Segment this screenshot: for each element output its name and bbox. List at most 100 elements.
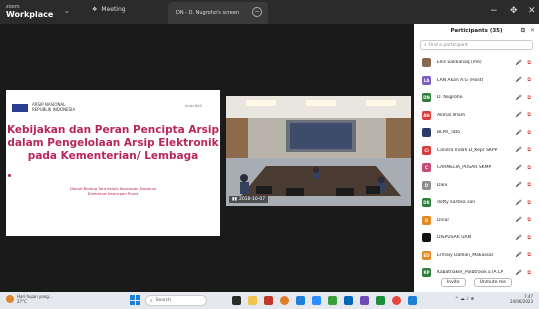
participant-row[interactable]: D Dinar 🎤 ⧉ [414,212,539,230]
participant-name: D. Nugroho [437,95,463,101]
mic-video-status-icon: 🎤 ⧉ [515,217,533,224]
search-icon: ⌕ [424,43,427,48]
participant-row[interactable]: DK dotty kartika sari 🎤 ⧉ [414,194,539,212]
avatar: D [422,215,431,225]
app-icon[interactable] [344,296,353,305]
weather-widget[interactable]: Hari hujan yang... 27°C [6,294,53,304]
app-icon[interactable] [360,296,369,305]
chrome-icon[interactable] [392,296,401,305]
brand-line2: Workplace [6,10,54,19]
participant-row[interactable]: D Dani 🎤 ⧉ [414,177,539,195]
participant-row[interactable]: DISPUSAR UAN 🎤 ⧉ [414,229,539,247]
clock-date: 24/06/2023 [509,299,533,304]
participant-row[interactable]: CI Candra Indah D_Kepr SKPP 🎤 ⧉ [414,142,539,160]
participant-name: Dinar [437,217,450,223]
taskbar-search[interactable]: ⌕ Search [145,295,207,306]
mic-video-status-icon: 🎤 ⧉ [515,59,533,66]
popout-icon[interactable]: ⧉ [521,27,525,35]
invite-button[interactable]: Invite [440,277,466,287]
task-view-icon[interactable] [232,296,241,305]
avatar: C [422,163,431,173]
app-brand: zoom Workplace [6,3,53,19]
slide-bullet [8,174,11,177]
participant-name: CARMELIA_PUSAR SKMP [437,165,492,171]
participant-name: Candra Indah D_Kepr SKPP [437,147,498,153]
close-icon[interactable]: − [252,7,262,17]
participant-row[interactable]: ED Ermaly Dahlan_Makassar 🎤 ⧉ [414,247,539,265]
avatar: DK [422,198,431,208]
close-window-button[interactable]: ✕ [528,6,536,16]
participant-list: Ellis Saldianaq (me) 🎤 ⧉ LA LAN Akan A.G (H… [414,54,539,282]
meeting-stage: ARSIP NASIONAL REPUBLIK INDONESIA Arsip … [0,24,414,292]
file-explorer-icon[interactable] [248,296,257,305]
avatar: ED [422,250,431,260]
mic-video-status-icon: 🎤 ⧉ [515,147,533,154]
tab-label: DN - D. Nugroho's screen [176,10,240,16]
search-icon: ⌕ [150,298,153,304]
app-icon[interactable] [376,296,385,305]
minimize-button[interactable]: − [490,6,498,16]
participant-name: LAN Akan A.G (Host) [437,77,484,83]
signal-icon: ▮▮ [232,197,237,202]
shared-slide: ARSIP NASIONAL REPUBLIK INDONESIA Arsip … [6,90,220,236]
mic-video-status-icon: 🎤 ⧉ [515,182,533,189]
mic-video-status-icon: 🎤 ⧉ [515,199,533,206]
participants-title: Participants (35) [450,28,503,34]
mic-video-status-icon: 🎤 ⧉ [515,234,533,241]
slide-right-label: Arsip NAS [184,104,202,108]
avatar: AH [422,110,431,120]
conference-room-image [226,96,411,206]
participant-name: Akmal Ilham [437,112,466,118]
subtitle-line2: Direktorat Kearsipan Pusat [87,191,139,196]
participants-footer: Invite Unmute me [414,272,539,292]
participant-search[interactable]: ⌕ Find a participant [420,40,533,50]
mic-video-status-icon: 🎤 ⧉ [515,252,533,259]
participant-name: Dani [437,182,448,188]
avatar [422,233,431,243]
participant-row[interactable]: C CARMELIA_PUSAR SKMP 🎤 ⧉ [414,159,539,177]
browser-icon[interactable] [280,296,289,305]
mic-video-status-icon: 🎤 ⧉ [515,112,533,119]
meeting-label: Meeting [101,6,126,13]
participant-name: DISPUSAR UAN [437,235,471,241]
participant-row[interactable]: AH Akmal Ilham 🎤 ⧉ [414,107,539,125]
app-icon[interactable] [264,296,273,305]
participant-row[interactable]: Ellis Saldianaq (me) 🎤 ⧉ [414,54,539,72]
windows-start-icon[interactable] [130,295,140,305]
org-line2: REPUBLIK INDONESIA [32,107,76,112]
avatar: LA [422,75,431,85]
unmute-me-button[interactable]: Unmute me [473,277,513,287]
video-label: 2018-10-07 [238,197,266,202]
participant-row[interactable]: DN D. Nugroho 🎤 ⧉ [414,89,539,107]
video-feed[interactable]: ▮▮ 2018-10-07 [226,96,411,206]
avatar: D [422,180,431,190]
pinned-apps [232,296,417,305]
avatar: CI [422,145,431,155]
app-icon[interactable] [408,296,417,305]
avatar: DN [422,93,431,103]
meeting-menu[interactable]: ❖ Meeting [92,6,126,13]
participant-name: Ermaly Dahlan_Makassar [437,252,494,258]
participant-name: BLPR_Tato [437,130,460,136]
participant-name: Ellis Saldianaq (me) [437,60,482,66]
search-label: Search [155,298,171,303]
title-bar: zoom Workplace ⌄ ❖ Meeting DN - D. Nugro… [0,0,539,24]
slide-org: ARSIP NASIONAL REPUBLIK INDONESIA [32,102,75,112]
slide-subtitle: Deputi Bidang Tata Kelola Kearsipan Nasi… [6,186,220,196]
meeting-icon: ❖ [92,6,98,13]
participant-row[interactable]: LA LAN Akan A.G (Host) 🎤 ⧉ [414,72,539,90]
chevron-down-icon[interactable]: ⌄ [64,7,70,15]
app-icon[interactable] [328,296,337,305]
participant-row[interactable]: BLPR_Tato 🎤 ⧉ [414,124,539,142]
participants-header: Participants (35) ⧉ ✕ [414,24,539,38]
mic-video-status-icon: 🎤 ⧉ [515,129,533,136]
edge-icon[interactable] [296,296,305,305]
maximize-button[interactable]: ✥ [510,6,518,16]
tab-screen-share[interactable]: DN - D. Nugroho's screen − [168,2,268,24]
system-tray[interactable]: ^ ☁ ♪ ⊕ [455,297,474,302]
weather-line2: 27°C [17,299,27,304]
zoom-icon[interactable] [312,296,321,305]
clock[interactable]: 7:47 24/06/2023 [510,294,533,304]
close-icon[interactable]: ✕ [530,27,535,34]
participant-name: dotty kartika sari [437,200,476,206]
